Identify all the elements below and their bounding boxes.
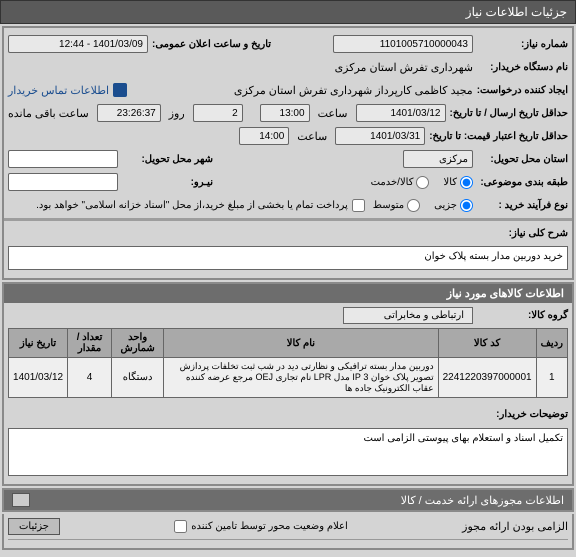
col-name: نام کالا (164, 329, 438, 358)
goods-radio[interactable]: کالا (443, 176, 473, 189)
goods-section: گروه کالا: ارتباطی و مخابراتی ردیف کد کا… (2, 303, 574, 486)
cell-name: دوربین مدار بسته ترافیکی و نظارتی دید در… (164, 358, 438, 398)
details-button[interactable]: جزئیات (8, 518, 60, 535)
cell-row: 1 (536, 358, 567, 398)
deadline-label: حداقل تاریخ ارسال / تا تاریخ: (446, 108, 569, 119)
goods-group-label: گروه کالا: (473, 310, 568, 321)
cell-unit: دستگاه (112, 358, 164, 398)
cell-date: 1401/03/12 (9, 358, 68, 398)
proc-label: نوع فرآیند خرید : (473, 200, 568, 211)
province-label: استان محل تحویل: (473, 154, 568, 165)
need-desc-text[interactable]: خرید دوربین مدار بسته پلاک خوان (8, 246, 568, 270)
proc-low-radio[interactable]: جزیی (434, 199, 473, 212)
payment-note: پرداخت تمام یا بخشی از مبلغ خرید،از محل … (36, 199, 365, 212)
col-qty: تعداد / مقدار (68, 329, 112, 358)
deadline-date: 1401/03/12 (356, 104, 446, 122)
creator-label: ایجاد کننده درخواست: (473, 85, 568, 96)
ship-input[interactable] (8, 173, 118, 191)
need-no-label: شماره نیاز: (473, 39, 568, 50)
day-label: روز (169, 107, 185, 120)
remain-time: 23:26:37 (97, 104, 161, 122)
info-icon (113, 83, 127, 97)
type-radio-group: کالا کالا/خدمت (371, 176, 473, 189)
contact-buyer-link[interactable]: اطلاعات تماس خریدار (8, 83, 127, 97)
col-date: تاریخ نیاز (9, 329, 68, 358)
service-radio[interactable]: کالا/خدمت (371, 176, 430, 189)
deadline-hour: 13:00 (260, 104, 310, 122)
day-qty: 2 (193, 104, 243, 122)
valid-hour: 14:00 (239, 127, 289, 145)
proc-radio-group: جزیی متوسط (373, 199, 473, 212)
col-row: ردیف (536, 329, 567, 358)
buyer-label: نام دستگاه خریدار: (473, 62, 568, 73)
valid-hour-label: ساعت (297, 130, 327, 143)
pub-datetime-label: تاریخ و ساعت اعلان عمومی: (148, 39, 271, 50)
city-value: مرکزی (403, 150, 473, 168)
buyer-note-label: توضیحات خریدار: (473, 409, 568, 420)
ship-label: نیـرو: (118, 177, 213, 188)
payment-checkbox[interactable] (352, 199, 365, 212)
goods-group-value: ارتباطی و مخابراتی (343, 307, 473, 324)
valid-date: 1401/03/31 (335, 127, 425, 145)
cell-qty: 4 (68, 358, 112, 398)
cell-code: 2241220397000001 (438, 358, 536, 398)
pub-datetime-value: 1401/03/09 - 12:44 (8, 35, 148, 53)
footer-section: الزامی بودن ارائه مجوز اعلام وضعیت محور … (2, 514, 574, 550)
remain-label: ساعت باقی مانده (8, 107, 89, 120)
creator-value: مجید کاظمی کارپرداز شهرداری تفرش استان م… (234, 84, 473, 97)
mandatory-label: الزامی بودن ارائه مجوز (462, 520, 568, 533)
col-code: کد کالا (438, 329, 536, 358)
valid-label: حداقل تاریخ اعتبار قیمت: تا تاریخ: (425, 131, 568, 142)
permits-title: اطلاعات مجوزهای ارائه خدمت / کالا (401, 494, 564, 507)
deadline-hour-label: ساعت (318, 107, 348, 120)
proc-med-radio[interactable]: متوسط (373, 199, 420, 212)
collapse-icon[interactable] (12, 493, 30, 507)
goods-table: ردیف کد کالا نام کالا واحد شمارش تعداد /… (8, 328, 568, 398)
table-row[interactable]: 1 2241220397000001 دوربین مدار بسته تراف… (9, 358, 568, 398)
permits-bar: اطلاعات مجوزهای ارائه خدمت / کالا (2, 488, 574, 512)
window-title: جزئیات اطلاعات نیاز (0, 0, 576, 24)
need-desc-label: شرح کلی نیاز: (473, 228, 568, 239)
mid-checkbox[interactable] (174, 520, 187, 533)
class-label: طبقه بندی موضوعی: (473, 177, 568, 188)
mid-check-label: اعلام وضعیت محور توسط تامین کننده (191, 521, 348, 532)
goods-section-title: اطلاعات کالاهای مورد نیاز (2, 282, 574, 303)
city-label: شهر محل تحویل: (118, 154, 213, 165)
col-unit: واحد شمارش (112, 329, 164, 358)
buyer-value: شهرداری تفرش استان مرکزی (335, 61, 473, 74)
province-input[interactable] (8, 150, 118, 168)
buyer-note-text[interactable]: تکمیل اسناد و استعلام بهای پیوستی الزامی… (8, 428, 568, 476)
need-form: شماره نیاز: 1101005710000043 تاریخ و ساع… (2, 26, 574, 280)
need-no-value: 1101005710000043 (333, 35, 473, 53)
